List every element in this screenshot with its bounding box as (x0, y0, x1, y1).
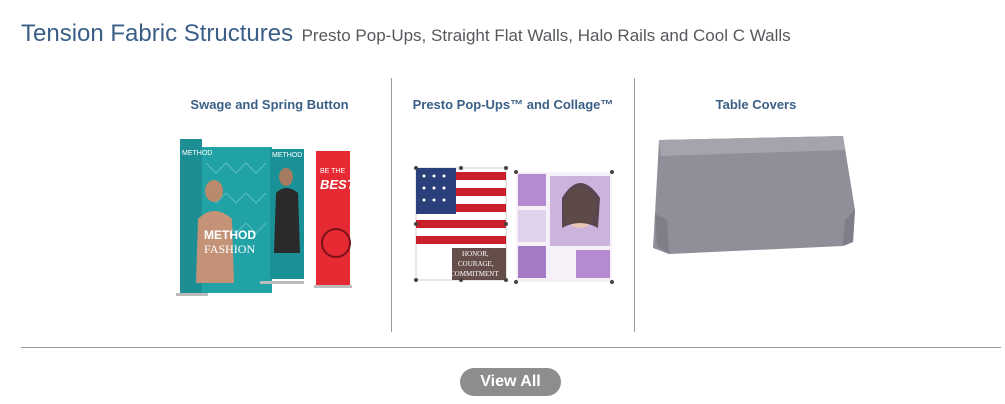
banner-text: COURAGE, (458, 260, 494, 268)
banner-text: FASHION (204, 242, 255, 256)
section-subtitle: Presto Pop-Ups, Straight Flat Walls, Hal… (301, 26, 791, 45)
category-grid: Swage and Spring Button METHOD METHOD ME… (148, 78, 880, 332)
section-title: Tension Fabric Structures (21, 20, 294, 47)
category-card-table-covers[interactable]: Table Covers (634, 78, 877, 332)
category-link-table-covers[interactable]: Table Covers (635, 97, 877, 112)
banner-text: BEST (320, 177, 356, 192)
table-cover-image[interactable] (647, 130, 867, 260)
banner-text: METHOD (182, 150, 212, 157)
section-header: Tension Fabric Structures Presto Pop-Ups… (21, 20, 791, 48)
swage-banner-image[interactable]: METHOD METHOD METHOD FASHION BE THE BEST (160, 133, 372, 313)
category-card-presto[interactable]: Presto Pop-Ups™ and Collage™ HONOR, COUR… (391, 78, 634, 332)
banner-text: HONOR, (462, 250, 489, 258)
category-link-swage[interactable]: Swage and Spring Button (148, 97, 391, 112)
view-all-button[interactable]: View All (460, 368, 561, 396)
presto-popup-image[interactable]: HONOR, COURAGE, COMMITMENT (412, 158, 622, 288)
category-card-swage[interactable]: Swage and Spring Button METHOD METHOD ME… (148, 78, 391, 332)
banner-text: METHOD (204, 228, 256, 242)
banner-text: METHOD (272, 152, 302, 159)
banner-text: COMMITMENT (450, 270, 499, 278)
section-divider (21, 347, 1001, 348)
category-link-presto[interactable]: Presto Pop-Ups™ and Collage™ (392, 97, 634, 112)
banner-text: BE THE (320, 168, 345, 175)
